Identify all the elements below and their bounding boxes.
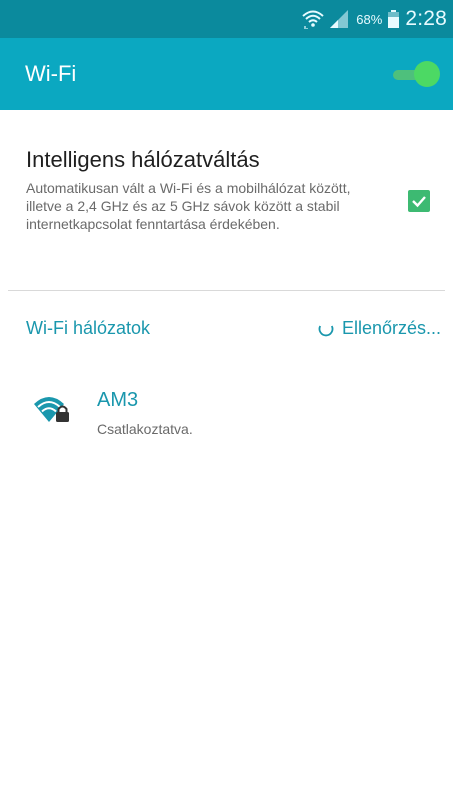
app-bar: Wi-Fi [0,38,453,110]
smart-network-switch-row[interactable]: Intelligens hálózatváltás Automatikusan … [0,135,453,275]
network-name: AM3 [97,389,139,411]
wifi-signal-icon [302,9,324,29]
smart-network-switch-title: Intelligens hálózatváltás [26,147,260,172]
page-title: Wi-Fi [25,61,77,86]
status-icons: 68% 2:28 [302,0,447,38]
divider [8,290,445,291]
wifi-locked-icon [32,392,72,424]
clock: 2:28 [405,7,447,30]
network-status: Csatlakoztatva. [97,421,193,437]
battery-icon [388,10,400,28]
cell-signal-icon [330,10,349,28]
networks-section-header: Wi-Fi hálózatok Ellenőrzés... [0,318,453,348]
smart-network-switch-description: Automatikusan vált a Wi-Fi és a mobilhál… [26,180,351,232]
status-bar: 68% 2:28 [0,0,453,38]
scan-button[interactable]: Ellenőrzés... [318,318,441,339]
scan-label: Ellenőrzés... [341,318,441,338]
refresh-icon [318,321,334,337]
toggle-knob [414,61,440,87]
battery-percent: 68% [356,11,383,27]
network-item[interactable]: AM3 Csatlakoztatva. [0,378,453,448]
smart-network-switch-checkbox[interactable] [408,190,430,212]
check-icon [412,196,426,208]
networks-section-title: Wi-Fi hálózatok [26,318,151,338]
wifi-toggle[interactable] [393,61,440,89]
